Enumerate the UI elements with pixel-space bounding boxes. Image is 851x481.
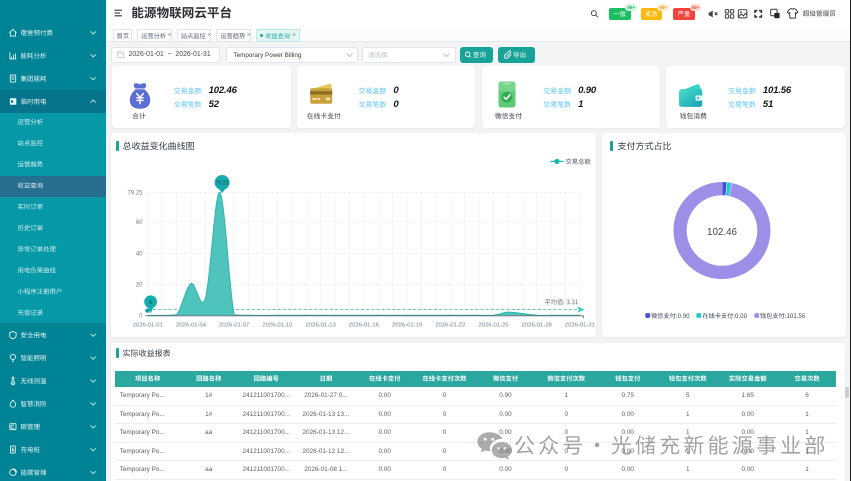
svg-text:2026-01-19: 2026-01-19 [392,322,422,328]
svg-text:2026-01-22: 2026-01-22 [435,322,465,328]
svg-text:2026-01-10: 2026-01-10 [262,322,293,328]
svg-text:102.46: 102.46 [707,227,738,238]
svg-text:79.25: 79.25 [127,190,143,196]
svg-text:2026-01-04: 2026-01-04 [176,322,207,328]
svg-text:79.25: 79.25 [215,181,228,187]
svg-text:2026-01-07: 2026-01-07 [219,322,249,328]
svg-text:40: 40 [135,251,142,257]
svg-text:2026-01-16: 2026-01-16 [348,322,379,328]
svg-text:20: 20 [135,282,142,288]
svg-text:2026-01-01: 2026-01-01 [132,322,162,328]
svg-text:2026-01-13: 2026-01-13 [305,322,336,328]
svg-text:2026-01-25: 2026-01-25 [478,322,509,328]
svg-text:0: 0 [139,313,143,319]
svg-text:60: 60 [135,220,142,226]
svg-text:0: 0 [149,300,152,306]
svg-text:2026-01-31: 2026-01-31 [564,322,594,328]
svg-text:2026-01-28: 2026-01-28 [521,322,552,328]
